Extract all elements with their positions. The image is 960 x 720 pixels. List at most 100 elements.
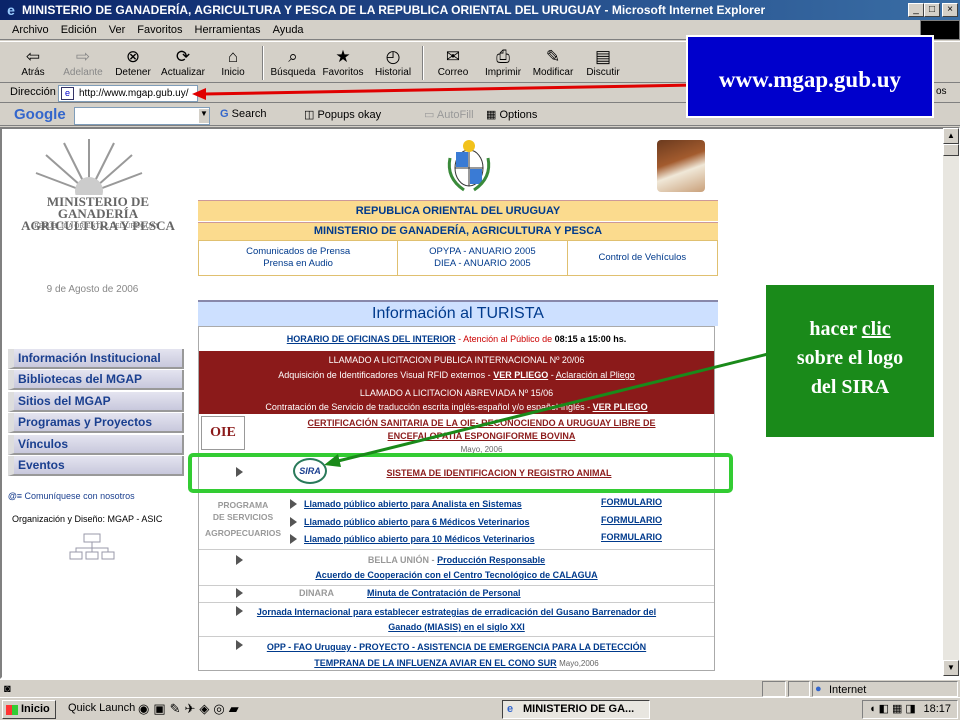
oie-logo[interactable]: OIE: [201, 416, 245, 450]
google-search-button[interactable]: G Search: [220, 108, 266, 120]
popup-blocker-button[interactable]: ◫ Popups okay: [304, 108, 381, 121]
close-button[interactable]: ×: [942, 3, 958, 17]
window-title: MINISTERIO DE GANADERÍA, AGRICULTURA Y P…: [0, 0, 960, 20]
maximize-button[interactable]: □: [924, 3, 940, 17]
windows-logo-icon: [6, 705, 18, 715]
ie-icon: e: [7, 2, 15, 18]
autofill-icon: ▭: [424, 109, 435, 121]
divider: [199, 602, 714, 603]
start-button[interactable]: Inicio: [2, 700, 56, 719]
formulario-link-1[interactable]: FORMULARIO: [601, 497, 662, 507]
ie-icon: e: [507, 703, 514, 715]
history-icon: ◴: [385, 46, 401, 66]
prosa-label: PROGRAMA DE SERVICIOS AGROPECUARIOS: [204, 500, 282, 538]
bullet-triangle-icon: [290, 499, 297, 509]
info-turista-banner[interactable]: Información al TURISTA: [198, 300, 718, 326]
link-diea[interactable]: DIEA - ANUARIO 2005: [434, 258, 531, 270]
discuss-button[interactable]: ▤ Discutir: [578, 42, 628, 82]
status-cell: [762, 681, 786, 697]
dropdown-arrow-icon[interactable]: ▼: [199, 109, 209, 123]
menu-programas[interactable]: Programas y Proyectos: [8, 413, 184, 434]
menu-ayuda[interactable]: Ayuda: [267, 24, 310, 36]
mgap-logo-subtitle: REPÚBLICA ORIENTAL DEL URUGUAY: [34, 222, 160, 230]
menu-eventos[interactable]: Eventos: [8, 455, 184, 476]
google-logo[interactable]: Google: [14, 106, 66, 123]
home-button[interactable]: ⌂ Inicio: [208, 42, 258, 82]
horario-link[interactable]: HORARIO DE OFICINAS DEL INTERIOR: [287, 334, 456, 344]
formulario-link-3[interactable]: FORMULARIO: [601, 532, 662, 542]
status-cell: [788, 681, 810, 697]
link-comunicados[interactable]: Comunicados de Prensa: [246, 246, 350, 258]
menu-vinculos[interactable]: Vínculos: [8, 434, 184, 455]
band-republica: REPUBLICA ORIENTAL DEL URUGUAY: [198, 200, 718, 221]
menu-herramientas[interactable]: Herramientas: [189, 24, 267, 36]
quick-launch-label: Quick Launch: [68, 702, 136, 714]
edit-icon: ✎: [545, 46, 561, 66]
page-date: 9 de Agosto de 2006: [46, 284, 139, 295]
favorites-button[interactable]: ★ Favoritos: [318, 42, 368, 82]
llamado-6-vet-link[interactable]: Llamado público abierto para 6 Médicos V…: [304, 517, 530, 527]
globe-icon: ●: [815, 683, 822, 695]
scroll-thumb[interactable]: [943, 144, 959, 156]
minimize-button[interactable]: _: [908, 3, 924, 17]
link-control-vehiculos[interactable]: Control de Vehículos: [568, 241, 717, 275]
clock: 18:17: [923, 703, 951, 715]
email-icon: @≡: [8, 491, 25, 501]
contact-link[interactable]: @≡ Comuníquese con nosotros: [8, 491, 135, 501]
quick-launch-icons[interactable]: ◉▣✎✈◈◎▰: [138, 701, 243, 717]
zone-status: ● Internet: [812, 681, 958, 697]
refresh-button[interactable]: ⟳ Actualizar: [158, 42, 208, 82]
link-opypa[interactable]: OPYPA - ANUARIO 2005: [429, 246, 535, 258]
address-label: Dirección: [10, 86, 56, 98]
discuss-icon: ▤: [594, 46, 612, 66]
edit-button[interactable]: ✎ Modificar: [528, 42, 578, 82]
autofill-button[interactable]: ▭ AutoFill: [424, 108, 474, 121]
menu-sitios[interactable]: Sitios del MGAP: [8, 391, 184, 412]
menu-ver[interactable]: Ver: [103, 24, 132, 36]
menu-edicion[interactable]: Edición: [55, 24, 103, 36]
minuta-link[interactable]: Minuta de Contratación de Personal: [367, 588, 521, 598]
sira-callout: hacer clic sobre el logo del SIRA: [766, 285, 934, 437]
sira-pointer-arrow: [324, 352, 769, 467]
back-arrow-icon: ⇦: [25, 46, 41, 66]
search-button[interactable]: ⌕ Búsqueda: [268, 42, 318, 82]
status-bar: ◙ ● Internet: [0, 679, 960, 697]
menu-bibliotecas[interactable]: Bibliotecas del MGAP: [8, 370, 184, 391]
vertical-scrollbar[interactable]: ▲ ▼: [943, 128, 959, 676]
google-search-input[interactable]: [74, 107, 210, 125]
llamado-10-vet-link[interactable]: Llamado público abierto para 10 Médicos …: [304, 534, 535, 544]
ie-task-button[interactable]: e MINISTERIO DE GA...: [502, 700, 650, 719]
forward-button[interactable]: ⇨ Adelante: [58, 42, 108, 82]
mail-button[interactable]: ✉ Correo: [428, 42, 478, 82]
menu-favoritos[interactable]: Favoritos: [131, 24, 188, 36]
link-prensa-audio[interactable]: Prensa en Audio: [263, 258, 333, 270]
scroll-down-button[interactable]: ▼: [943, 660, 959, 676]
sitemap-icon[interactable]: [68, 532, 116, 568]
scroll-up-button[interactable]: ▲: [943, 128, 959, 144]
produccion-responsable-link[interactable]: Producción Responsable: [437, 555, 545, 565]
home-icon: ⌂: [227, 46, 239, 66]
formulario-link-2[interactable]: FORMULARIO: [601, 515, 662, 525]
acuerdo-calagua-link[interactable]: Acuerdo de Cooperación con el Centro Tec…: [199, 568, 714, 583]
address-input[interactable]: e http://www.mgap.gub.uy/: [58, 85, 198, 102]
toolbar-separator: [262, 46, 264, 80]
forward-arrow-icon: ⇨: [75, 46, 91, 66]
opp-row: OPP - FAO Uruguay - PROYECTO - ASISTENCI…: [266, 642, 647, 668]
history-button[interactable]: ◴ Historial: [368, 42, 418, 82]
stop-button[interactable]: ⊗ Detener: [108, 42, 158, 82]
print-icon: ⎙: [496, 46, 510, 66]
menu-archivo[interactable]: Archivo: [6, 24, 55, 36]
band-ministerio: MINISTERIO DE GANADERÍA, AGRICULTURA Y P…: [198, 222, 718, 240]
url-callout: www.mgap.gub.uy: [686, 35, 934, 118]
print-button[interactable]: ⎙ Imprimir: [478, 42, 528, 82]
options-button[interactable]: ▦ Options: [486, 108, 537, 121]
bullet-triangle-icon: [236, 588, 243, 598]
jornada-row: Jornada Internacional para establecer es…: [256, 607, 657, 632]
page-icon: e: [61, 87, 74, 100]
tray-icons[interactable]: ◖◧▦◨: [869, 701, 919, 718]
back-button[interactable]: ⇦ Atrás: [8, 42, 58, 82]
url-pointer-arrow: [192, 83, 696, 100]
llamado-analista-link[interactable]: Llamado público abierto para Analista en…: [304, 499, 522, 509]
divider: [199, 585, 714, 586]
menu-informacion-institucional[interactable]: Información Institucional: [8, 349, 184, 369]
